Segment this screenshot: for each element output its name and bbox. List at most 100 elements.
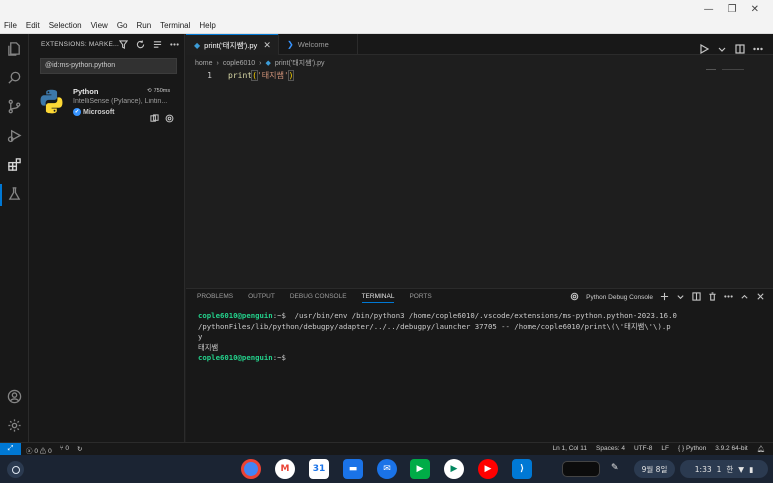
trash-icon[interactable]	[708, 292, 717, 303]
tab-close-icon[interactable]: ✕	[263, 40, 271, 51]
sync-ignored-icon[interactable]	[150, 108, 159, 127]
menu-file[interactable]: File	[4, 21, 17, 30]
python-interpreter[interactable]: 3.9.2 64-bit	[715, 445, 748, 453]
extensions-icon[interactable]	[6, 156, 23, 173]
extension-name: Python	[73, 87, 99, 96]
breadcrumb-home[interactable]: home	[195, 60, 213, 67]
chrome-icon[interactable]	[241, 459, 261, 479]
python-file-icon: ◆	[194, 40, 201, 50]
settings-gear-icon[interactable]	[6, 417, 23, 434]
close-panel-icon[interactable]	[756, 292, 765, 303]
vscode-welcome-icon: ❯	[287, 40, 294, 49]
indentation[interactable]: Spaces: 4	[596, 445, 625, 453]
vscode-icon[interactable]: ⟩	[512, 459, 532, 479]
status-bar: ⤢ ⓧ 0 ⚠ 0 ⑂ 0 ↻ Ln 1, Col 11 Spaces: 4 U…	[0, 442, 773, 455]
status-tray[interactable]: 1:33 1 한 ▼ ▮	[680, 460, 768, 478]
chevron-down-icon[interactable]	[676, 292, 685, 303]
calendar-icon[interactable]: 31	[309, 459, 329, 479]
explorer-icon[interactable]	[6, 40, 23, 57]
testing-icon[interactable]	[6, 185, 23, 202]
source-control-icon[interactable]	[6, 98, 23, 115]
battery-icon: ▮	[749, 464, 754, 474]
menu-bar: File Edit Selection View Go Run Terminal…	[4, 21, 216, 30]
account-icon[interactable]	[6, 388, 23, 405]
stylus-tools-pill[interactable]	[562, 461, 600, 477]
tab-ports[interactable]: PORTS	[409, 293, 431, 303]
terminal-selector[interactable]: Python Debug Console	[586, 294, 653, 301]
terminal-output[interactable]: cople6010@penguin:~$ /usr/bin/env /bin/p…	[198, 311, 768, 364]
sidebar-title: EXTENSIONS: MARKE...	[41, 41, 120, 48]
notifications-bell-icon[interactable]: 🔔︎	[757, 445, 765, 453]
tab-print-py[interactable]: ◆ print('태지쌤').py ✕	[186, 34, 278, 55]
menu-view[interactable]: View	[91, 21, 108, 30]
extension-list-item[interactable]: Python ⟲ 750ms IntelliSense (Pylance), L…	[29, 86, 184, 123]
cursor-position[interactable]: Ln 1, Col 11	[552, 445, 587, 453]
history-icon: ⟲	[147, 88, 152, 94]
menu-selection[interactable]: Selection	[49, 21, 82, 30]
problems-status[interactable]: ⓧ 0 ⚠ 0	[26, 445, 52, 455]
ports-status[interactable]: ⑂ 0	[60, 445, 69, 455]
meet-icon[interactable]: ▶	[410, 459, 430, 479]
editor-area[interactable]	[186, 55, 773, 288]
line-number: 1	[207, 70, 212, 80]
run-python-file-icon[interactable]	[699, 39, 710, 58]
filter-icon[interactable]	[119, 39, 128, 49]
breadcrumb-folder[interactable]: cople6010	[223, 60, 255, 67]
menu-run[interactable]: Run	[136, 21, 151, 30]
split-editor-icon[interactable]	[735, 39, 745, 58]
launcher-icon[interactable]	[7, 461, 24, 478]
messages-icon[interactable]: ✉	[377, 459, 397, 479]
tab-problems[interactable]: PROBLEMS	[197, 293, 233, 303]
extension-description: IntelliSense (Pylance), Lintin...	[73, 98, 168, 105]
split-terminal-icon[interactable]	[692, 292, 701, 303]
menu-terminal[interactable]: Terminal	[160, 21, 190, 30]
restore-icon[interactable]: ❐	[728, 4, 737, 15]
more-actions-icon[interactable]	[724, 292, 733, 303]
gmail-icon[interactable]: M	[275, 459, 295, 479]
chevron-down-icon[interactable]	[717, 39, 727, 58]
minimap[interactable]	[706, 69, 716, 70]
close-icon[interactable]: ✕	[751, 4, 759, 15]
menu-go[interactable]: Go	[117, 21, 128, 30]
python-file-icon: ◆	[265, 60, 271, 67]
title-bar: File Edit Selection View Go Run Terminal…	[0, 0, 773, 34]
more-actions-icon[interactable]	[753, 39, 763, 58]
tab-debug-console[interactable]: DEBUG CONSOLE	[290, 293, 347, 303]
play-store-icon[interactable]: ▶	[444, 459, 464, 479]
extensions-sidebar: EXTENSIONS: MARKE... @id:ms-python.pytho…	[29, 34, 185, 442]
files-icon[interactable]: ▬	[343, 459, 363, 479]
new-terminal-icon[interactable]	[660, 292, 669, 303]
python-logo-icon	[40, 89, 63, 114]
live-share-icon[interactable]: ↻	[77, 445, 82, 455]
end-of-line[interactable]: LF	[661, 445, 669, 453]
code-line[interactable]: 1 print('태지쌤')	[186, 69, 706, 81]
youtube-icon[interactable]: ▶	[478, 459, 498, 479]
search-icon[interactable]	[6, 69, 23, 86]
remote-indicator-icon[interactable]: ⤢	[0, 443, 21, 455]
encoding[interactable]: UTF-8	[634, 445, 652, 453]
code-paren-close: )	[287, 69, 295, 81]
tab-welcome[interactable]: ❯ Welcome	[278, 34, 358, 55]
clock: 1:33	[694, 464, 712, 474]
clear-extensions-icon[interactable]	[153, 39, 162, 49]
tab-output[interactable]: OUTPUT	[248, 293, 275, 303]
refresh-icon[interactable]	[136, 39, 145, 49]
wifi-icon: ▼	[738, 464, 745, 474]
minimize-icon[interactable]: —	[704, 4, 714, 15]
more-actions-icon[interactable]	[170, 39, 179, 49]
chevron-right-icon: ›	[216, 59, 219, 67]
menu-edit[interactable]: Edit	[26, 21, 40, 30]
code-string: '태지쌤'	[256, 70, 289, 80]
extensions-search-input[interactable]: @id:ms-python.python	[40, 58, 177, 74]
run-debug-icon[interactable]	[6, 127, 23, 144]
verified-publisher-icon: ✓	[73, 108, 81, 116]
os-shelf: M 31 ▬ ✉ ▶ ▶ ▶ ⟩ ✎ 9월 8일 1:33 1 한 ▼ ▮	[0, 455, 773, 483]
tab-terminal[interactable]: TERMINAL	[361, 293, 395, 303]
stylus-pen-icon[interactable]: ✎	[611, 463, 623, 475]
manage-gear-icon[interactable]	[165, 108, 174, 127]
date-tray[interactable]: 9월 8일	[634, 460, 675, 478]
maximize-panel-icon[interactable]	[740, 292, 749, 303]
breadcrumb-file[interactable]: print('태지쌤').py	[275, 58, 325, 68]
menu-help[interactable]: Help	[199, 21, 215, 30]
language-mode[interactable]: { } Python	[678, 445, 706, 453]
